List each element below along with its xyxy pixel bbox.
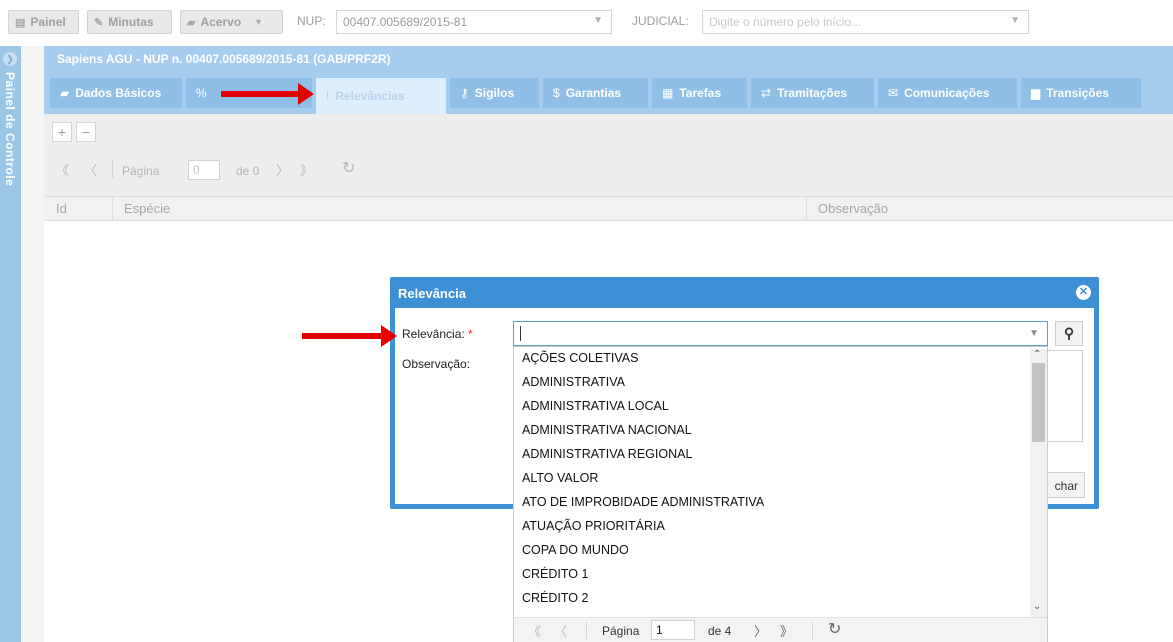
archive-icon: ▆: [1031, 86, 1041, 100]
list-item[interactable]: ATO DE IMPROBIDADE ADMINISTRATIVA: [522, 491, 764, 514]
column-separator: [112, 197, 113, 220]
refresh-icon[interactable]: ↻: [342, 158, 355, 178]
dropdown-scrollbar[interactable]: ⌃ ⌄: [1030, 349, 1047, 617]
separator: [112, 160, 113, 178]
relevancia-dropdown-list: AÇÕES COLETIVAS ADMINISTRATIVA ADMINISTR…: [513, 346, 1048, 642]
column-id[interactable]: Id: [56, 201, 67, 216]
top-toolbar: ▤ Painel ✎ Minutas ▰ Acervo ▼ NUP: 00407…: [0, 0, 1173, 46]
painel-de-controle-label: Painel de Controle: [3, 72, 17, 187]
refresh-icon[interactable]: ↻: [828, 619, 841, 639]
window-title: Sapiens AGU - NUP n. 00407.005689/2015-8…: [44, 46, 1173, 74]
observacao-label: Observação:: [402, 357, 471, 371]
last-page-icon[interactable]: 》: [300, 160, 313, 179]
list-item[interactable]: ADMINISTRATIVA: [522, 371, 625, 394]
chevron-down-icon[interactable]: ▼: [1010, 15, 1020, 26]
scroll-up-icon[interactable]: ⌃: [1033, 349, 1041, 360]
envelope-icon: ✉: [888, 86, 899, 100]
list-item[interactable]: ALTO VALOR: [522, 467, 598, 490]
remove-button[interactable]: −: [76, 122, 96, 142]
tab-garantias[interactable]: $ Garantias: [543, 78, 648, 108]
nup-combo[interactable]: 00407.005689/2015-81 ▼: [336, 10, 612, 34]
acervo-button[interactable]: ▰ Acervo ▼: [180, 10, 283, 34]
tab-tramitacoes[interactable]: ⇄ Tramitações: [751, 78, 874, 108]
page-count: de 0: [236, 164, 260, 178]
list-item[interactable]: COPA DO MUNDO: [522, 539, 629, 562]
prev-page-icon[interactable]: 〈: [554, 621, 567, 640]
next-page-icon[interactable]: 〉: [276, 160, 289, 179]
page-input[interactable]: 0: [188, 160, 220, 180]
tab-bar: ▰ Dados Básicos % ! Relevâncias ⚷ Sigilo…: [44, 74, 1173, 114]
calendar-icon: ▦: [662, 86, 674, 100]
tab-comunicacoes[interactable]: ✉ Comunicações: [878, 78, 1017, 108]
list-item[interactable]: ADMINISTRATIVA LOCAL: [522, 395, 669, 418]
judicial-label: JUDICIAL:: [632, 14, 689, 28]
scroll-down-icon[interactable]: ⌄: [1033, 601, 1041, 612]
text-cursor: [520, 326, 521, 341]
separator: [586, 622, 587, 639]
dollar-icon: $: [553, 86, 560, 100]
chevron-down-icon: ▼: [254, 17, 264, 27]
list-item[interactable]: CRÉDITO 1: [522, 563, 588, 586]
arrow-head: [298, 83, 314, 105]
tab-relevancias[interactable]: ! Relevâncias: [316, 78, 446, 114]
tab-dados-basicos[interactable]: ▰ Dados Básicos: [50, 78, 182, 108]
list-item[interactable]: ATUAÇÃO PRIORITÁRIA: [522, 515, 665, 538]
required-mark: *: [468, 327, 473, 341]
dashboard-icon: ▤: [15, 16, 26, 29]
separator: [812, 622, 813, 639]
judicial-search-input[interactable]: Digite o número pelo início... ▼: [702, 10, 1029, 34]
close-icon[interactable]: ✕: [1076, 285, 1091, 300]
dialog-title: Relevância: [398, 286, 466, 301]
add-button[interactable]: +: [52, 122, 72, 142]
tab-sigilos[interactable]: ⚷ Sigilos: [450, 78, 539, 108]
page-count: de 4: [708, 624, 732, 638]
page-label: Página: [602, 624, 640, 638]
tab-transicoes[interactable]: ▆ Transições: [1021, 78, 1141, 108]
page-label: Página: [122, 164, 160, 178]
minutas-button[interactable]: ✎ Minutas: [87, 10, 172, 34]
arrow-shaft: [302, 333, 382, 339]
painel-button[interactable]: ▤ Painel: [8, 10, 79, 34]
pencil-icon: ✎: [94, 16, 104, 29]
folder-icon: ▰: [187, 16, 196, 29]
column-separator: [806, 197, 807, 220]
relevancia-label: Relevância: *: [402, 327, 473, 341]
column-observacao[interactable]: Observação: [818, 201, 888, 216]
panel-gutter: [21, 46, 44, 642]
search-icon: ⚲: [1063, 325, 1075, 341]
link-icon: %: [196, 86, 207, 100]
prev-page-icon[interactable]: 〈: [84, 160, 97, 179]
arrow-shaft: [221, 91, 299, 97]
list-item[interactable]: ADMINISTRATIVA REGIONAL: [522, 443, 692, 466]
left-collapsed-panel[interactable]: ❯ Painel de Controle: [0, 46, 21, 642]
chevron-down-icon[interactable]: ▼: [593, 15, 603, 26]
key-icon: ⚷: [460, 86, 469, 100]
folder-icon: ▰: [60, 86, 70, 100]
first-page-icon[interactable]: 《: [56, 160, 69, 179]
list-item[interactable]: ADMINISTRATIVA NACIONAL: [522, 419, 692, 442]
list-item[interactable]: AÇÕES COLETIVAS: [522, 347, 638, 370]
column-especie[interactable]: Espécie: [124, 201, 170, 216]
list-item[interactable]: CRÉDITO 2: [522, 587, 588, 610]
relevancia-combo[interactable]: ▼: [513, 321, 1048, 346]
grid-header: Id Espécie Observação: [44, 196, 1173, 221]
nup-label: NUP:: [297, 14, 326, 28]
exchange-icon: ⇄: [761, 86, 772, 100]
page-input[interactable]: 1: [651, 620, 695, 640]
arrow-head: [381, 325, 397, 347]
exclamation-icon: !: [326, 89, 330, 103]
next-page-icon[interactable]: 〉: [754, 621, 767, 640]
grid-toolbar: + − 《 〈 Página 0 de 0 〉 》 ↻: [44, 114, 1173, 196]
tab-tarefas[interactable]: ▦ Tarefas: [652, 78, 747, 108]
first-page-icon[interactable]: 《: [528, 621, 541, 640]
chevron-down-icon[interactable]: ▼: [1029, 328, 1039, 339]
search-button[interactable]: ⚲: [1055, 321, 1083, 346]
dropdown-pager: 《 〈 Página 1 de 4 〉 》 ↻: [514, 617, 1047, 642]
scrollbar-thumb[interactable]: [1032, 363, 1045, 442]
expand-icon[interactable]: ❯: [3, 52, 17, 66]
last-page-icon[interactable]: 》: [780, 621, 793, 640]
